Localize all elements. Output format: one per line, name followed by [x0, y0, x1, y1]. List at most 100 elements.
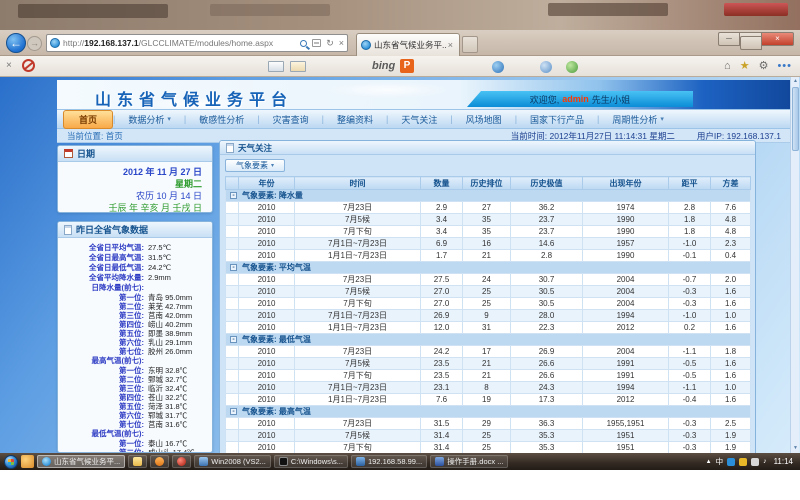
element-filter-button[interactable]: 气象要素 ▾ [225, 159, 285, 172]
ranking-item: 第四位:崂山 40.2mm [60, 320, 208, 329]
nav-tab-1[interactable]: 首页 [63, 110, 113, 129]
table-cell: 1.6 [711, 370, 751, 382]
table-cell: 1.8 [669, 214, 711, 226]
collapse-icon[interactable]: - [230, 192, 237, 199]
table-cell: 7月1日~7月23日 [295, 238, 421, 250]
table-cell: -0.5 [669, 358, 711, 370]
nav-tab-9[interactable]: 周期性分析▾ [599, 111, 677, 128]
nav-tab-2[interactable]: 数据分析▾ [115, 111, 184, 128]
scrollbar-thumb[interactable] [792, 87, 799, 151]
table-cell: 7月5候 [295, 358, 421, 370]
table-cell: 2.9 [421, 202, 463, 214]
nav-tab-3[interactable]: 敏感性分析 [186, 111, 257, 128]
back-button[interactable]: ← [6, 33, 26, 53]
table-row: 20107月5候3.43523.719901.84.8 [226, 214, 751, 226]
table-cell: 35.3 [511, 442, 583, 454]
table-cell: 35.3 [511, 430, 583, 442]
compatibility-view-icon[interactable] [312, 39, 321, 47]
taskbar-button-remote[interactable]: 192.168.58.99... [351, 455, 427, 468]
table-cell: 23.7 [511, 214, 583, 226]
browser-tab[interactable]: 山东省气候业务平... × [356, 33, 460, 56]
nav-tab-4[interactable]: 灾害查询 [260, 111, 322, 128]
rank-value: 乳山 29.1mm [148, 338, 192, 347]
start-button[interactable] [4, 455, 18, 469]
taskbar-button-ie[interactable]: 山东省气候业务平... [37, 455, 125, 468]
table-cell: 16 [463, 238, 511, 250]
collapse-icon[interactable]: - [230, 336, 237, 343]
tray-flag-icon[interactable] [751, 458, 759, 466]
volume-icon[interactable]: ♪ [763, 458, 767, 465]
tray-security-icon[interactable] [727, 458, 735, 466]
nav-tab-6[interactable]: 天气关注 [388, 111, 450, 128]
tray-expand-icon[interactable]: ▲ [706, 459, 712, 465]
bing-plugin-icon[interactable]: P [400, 59, 414, 73]
collapse-icon[interactable]: - [230, 408, 237, 415]
browser-titlebar: ← → http://192.168.137.1/GLCCLIMATE/modu… [0, 30, 800, 56]
new-tab-button[interactable] [462, 36, 478, 53]
table-cell: -0.3 [669, 286, 711, 298]
table-cell: 1955,1951 [583, 418, 669, 430]
table-cell: 7月23日 [295, 418, 421, 430]
nav-tab-8[interactable]: 国家下行产品 [517, 111, 597, 128]
scroll-up-icon[interactable]: ▲ [791, 77, 800, 86]
taskbar-button-red[interactable] [172, 455, 191, 468]
table-cell: 31.4 [421, 430, 463, 442]
panel-icon [226, 143, 234, 153]
pinned-app-icon[interactable] [21, 455, 34, 468]
clock[interactable]: 11:14 [771, 457, 796, 466]
language-indicator[interactable]: 中 [716, 456, 724, 467]
taskbar-button-orange[interactable] [150, 455, 169, 468]
table-cell: 22.3 [511, 322, 583, 334]
more-icon[interactable]: ••• [777, 60, 792, 72]
rank-value: 胶州 26.0mm [148, 347, 192, 356]
taskbar-button-word[interactable]: 操作手册.docx ... [430, 455, 508, 468]
window-close-button[interactable]: × [762, 32, 794, 46]
window-maximize-button[interactable] [740, 32, 762, 46]
addon-bird-icon[interactable] [540, 61, 552, 73]
taskbar-button-folder[interactable] [128, 455, 147, 468]
table-row: 20107月5候31.42535.31951-0.31.9 [226, 430, 751, 442]
url-text[interactable]: http://192.168.137.1/GLCCLIMATE/modules/… [63, 38, 300, 48]
table-cell: 27 [463, 202, 511, 214]
welcome-suffix: 先生/小姐 [592, 93, 631, 106]
blocked-content-icon[interactable] [22, 59, 35, 72]
address-bar[interactable]: http://192.168.137.1/GLCCLIMATE/modules/… [46, 34, 348, 52]
ranking-item: 第五位:即墨 38.9mm [60, 329, 208, 338]
welcome-ribbon: 欢迎您, admin 先生/小姐 [467, 91, 693, 107]
nav-tab-7[interactable]: 风场地图 [453, 111, 515, 128]
tray-warning-icon[interactable] [739, 458, 747, 466]
bing-logo[interactable]: bing [372, 60, 395, 72]
tools-gear-icon[interactable]: ⚙ [759, 59, 769, 72]
rank-value: 即墨 38.9mm [148, 329, 192, 338]
row-select-cell [226, 370, 239, 382]
table-cell: 26.9 [511, 346, 583, 358]
refresh-icon[interactable]: ↻ [326, 38, 334, 49]
addon-card-icon[interactable] [268, 61, 284, 72]
table-cell: 21 [463, 358, 511, 370]
stop-icon[interactable]: × [339, 38, 344, 48]
column-header: 历史排位 [463, 177, 511, 190]
home-icon[interactable]: ⌂ [724, 60, 731, 72]
tab-close-icon[interactable]: × [446, 40, 455, 50]
window-minimize-button[interactable]: ─ [718, 32, 740, 46]
table-cell: 2.3 [711, 238, 751, 250]
table-cell: 2010 [239, 250, 295, 262]
collapse-icon[interactable]: - [230, 264, 237, 271]
favorites-star-icon[interactable]: ★ [740, 59, 750, 72]
nav-tab-5[interactable]: 整编资料 [324, 111, 386, 128]
scroll-down-icon[interactable]: ▼ [791, 444, 800, 453]
page-scrollbar[interactable]: ▲ ▼ [790, 77, 799, 453]
addon-green-icon[interactable] [566, 61, 578, 73]
table-row: 20107月1日~7月23日26.9928.01994-1.01.0 [226, 310, 751, 322]
ranking-item: 第六位:郓城 31.7℃ [60, 411, 208, 420]
search-icon[interactable] [300, 40, 307, 47]
forward-button[interactable]: → [27, 36, 42, 51]
rank-value: 青岛 95.0mm [148, 293, 192, 302]
taskbar-button-app[interactable]: Win2008 (VS2... [194, 455, 271, 468]
column-header: 历史极值 [511, 177, 583, 190]
taskbar-button-cmd[interactable]: C:\Windows\s... [274, 455, 348, 468]
toolbar-close-icon[interactable]: × [6, 60, 12, 71]
red-icon [177, 457, 186, 466]
addon-mail-icon[interactable] [290, 61, 306, 72]
addon-blue-icon[interactable] [492, 61, 504, 73]
